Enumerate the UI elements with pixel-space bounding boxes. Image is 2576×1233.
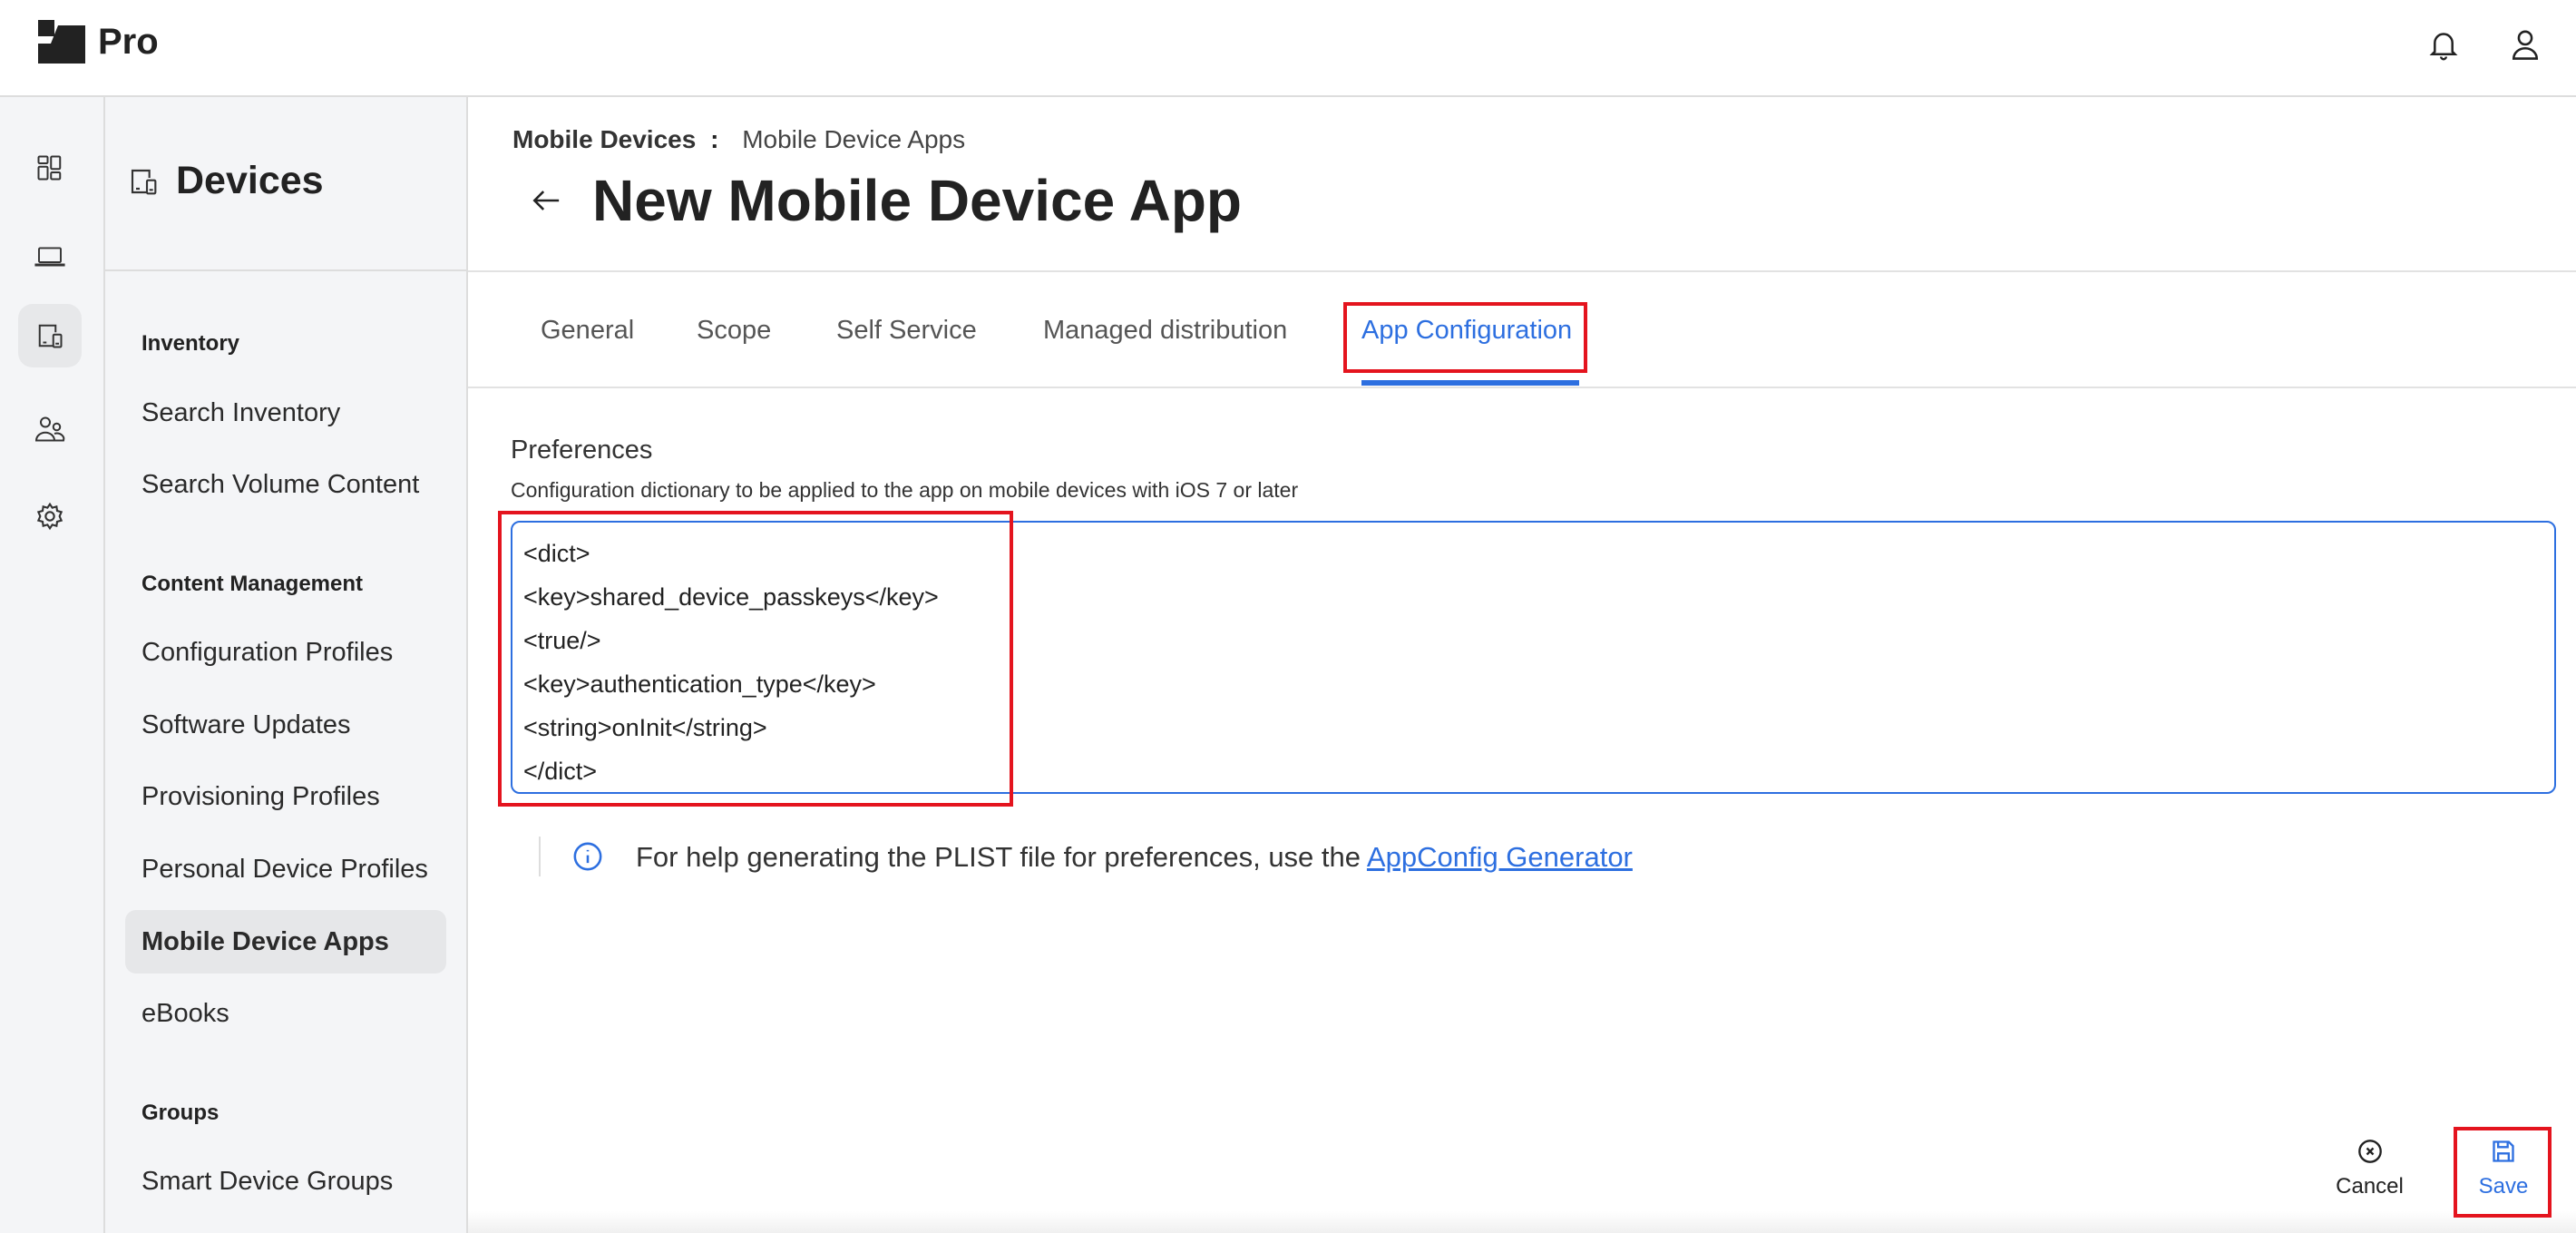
icon-rail	[0, 97, 105, 1233]
breadcrumb-separator: :	[710, 125, 719, 153]
sidebar-item-search-inventory[interactable]: Search Inventory	[125, 381, 446, 445]
sidebar-item-mobile-device-apps[interactable]: Mobile Device Apps	[125, 910, 446, 974]
info-icon	[573, 842, 602, 871]
tab-general[interactable]: General	[541, 316, 634, 346]
breadcrumb-current: Mobile Device Apps	[742, 125, 966, 153]
computer-icon[interactable]	[18, 225, 82, 289]
page-title: New Mobile Device App	[592, 168, 1242, 233]
tab-self-service[interactable]: Self Service	[836, 316, 977, 346]
bell-icon[interactable]	[2428, 29, 2459, 62]
sidebar-item-ebooks[interactable]: eBooks	[125, 982, 446, 1045]
sidebar-item-smart-device-groups[interactable]: Smart Device Groups	[125, 1150, 446, 1213]
devices-icon	[131, 169, 157, 195]
sidebar: Devices Inventory Search Inventory Searc…	[105, 97, 468, 1233]
user-icon[interactable]	[2510, 27, 2541, 62]
devices-icon[interactable]	[18, 304, 82, 367]
dashboard-icon[interactable]	[18, 136, 82, 200]
breadcrumb: Mobile Devices : Mobile Device Apps	[512, 125, 965, 154]
preferences-label: Preferences	[511, 435, 653, 465]
sidebar-item-provisioning-profiles[interactable]: Provisioning Profiles	[125, 765, 446, 828]
sidebar-item-personal-device-profiles[interactable]: Personal Device Profiles	[125, 837, 446, 901]
info-message: For help generating the PLIST file for p…	[636, 841, 1633, 874]
cancel-button[interactable]: Cancel	[2331, 1139, 2408, 1199]
users-icon[interactable]	[18, 397, 82, 461]
active-tab-underline	[1361, 380, 1579, 386]
tab-scope[interactable]: Scope	[697, 316, 771, 346]
highlight-box	[498, 511, 1013, 807]
top-bar: Pro	[0, 0, 2576, 97]
appconfig-generator-link[interactable]: AppConfig Generator	[1367, 841, 1633, 873]
section-groups: Groups	[141, 1101, 220, 1125]
breadcrumb-parent[interactable]: Mobile Devices	[512, 125, 696, 153]
cancel-icon	[2357, 1140, 2382, 1163]
sidebar-title: Devices	[176, 159, 324, 202]
highlight-box	[2454, 1127, 2552, 1218]
tab-managed-distribution[interactable]: Managed distribution	[1043, 316, 1287, 346]
sidebar-item-search-volume-content[interactable]: Search Volume Content	[125, 453, 446, 516]
info-text: For help generating the PLIST file for p…	[636, 841, 1367, 873]
back-arrow-icon[interactable]	[531, 187, 561, 214]
settings-icon[interactable]	[18, 484, 82, 548]
brand-name: Pro	[98, 22, 159, 62]
preferences-description: Configuration dictionary to be applied t…	[511, 478, 1299, 502]
sidebar-item-configuration-profiles[interactable]: Configuration Profiles	[125, 621, 446, 684]
section-content-management: Content Management	[141, 572, 364, 596]
highlight-box	[1343, 302, 1587, 373]
brand-logo	[38, 20, 85, 64]
cancel-label: Cancel	[2336, 1174, 2404, 1199]
sidebar-item-software-updates[interactable]: Software Updates	[125, 693, 446, 757]
section-inventory: Inventory	[141, 331, 240, 356]
